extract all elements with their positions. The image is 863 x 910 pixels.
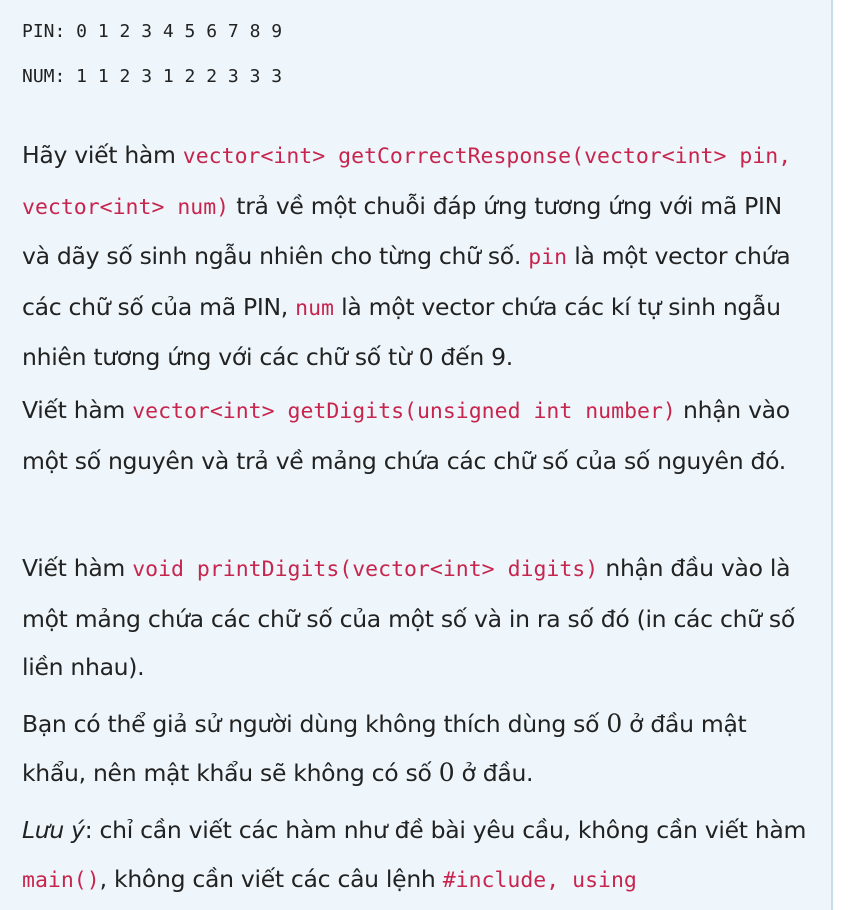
pin-example-line: PIN: 0 1 2 3 4 5 6 7 8 9 xyxy=(22,21,283,42)
code-get-digits-signature: vector<int> getDigits(unsigned int numbe… xyxy=(132,399,676,424)
code-main: main() xyxy=(22,867,100,893)
paragraph-get-digits: Viết hàm vector<int> getDigits(unsigned … xyxy=(22,386,812,485)
problem-statement-panel: PIN: 0 1 2 3 4 5 6 7 8 9 NUM: 1 1 2 3 1 … xyxy=(0,0,833,910)
text: Viết hàm xyxy=(22,396,133,424)
paragraph-note: Lưu ý: chỉ cần viết các hàm như đề bài y… xyxy=(22,806,812,905)
text: Viết hàm xyxy=(22,554,133,582)
code-print-digits-signature: void printDigits(vector<int> digits) xyxy=(132,557,599,582)
text: Hãy viết hàm xyxy=(22,141,183,169)
math-zero: 0 xyxy=(438,757,455,787)
text: : chỉ cần viết các hàm như đề bài yêu cầ… xyxy=(84,816,807,844)
text: Bạn có thể giả sử người dùng không thích… xyxy=(22,710,607,738)
text: ở đầu. xyxy=(454,758,534,787)
note-label: Lưu ý xyxy=(22,816,85,844)
paragraph-get-correct-response: Hãy viết hàm vector<int> getCorrectRespo… xyxy=(22,131,812,382)
math-zero: 0 xyxy=(606,709,622,738)
text: , không cần viết các câu lệnh xyxy=(99,864,443,893)
code-num: num xyxy=(295,295,334,321)
paragraph-print-digits: Viết hàm void printDigits(vector<int> di… xyxy=(22,544,812,692)
code-pin: pin xyxy=(528,245,568,270)
paragraph-no-leading-zero: Bạn có thể giả sử người dùng không thích… xyxy=(22,700,812,797)
num-example-line: NUM: 1 1 2 3 1 2 2 3 3 3 xyxy=(22,66,283,87)
code-include-using: #include, using xyxy=(442,867,637,893)
